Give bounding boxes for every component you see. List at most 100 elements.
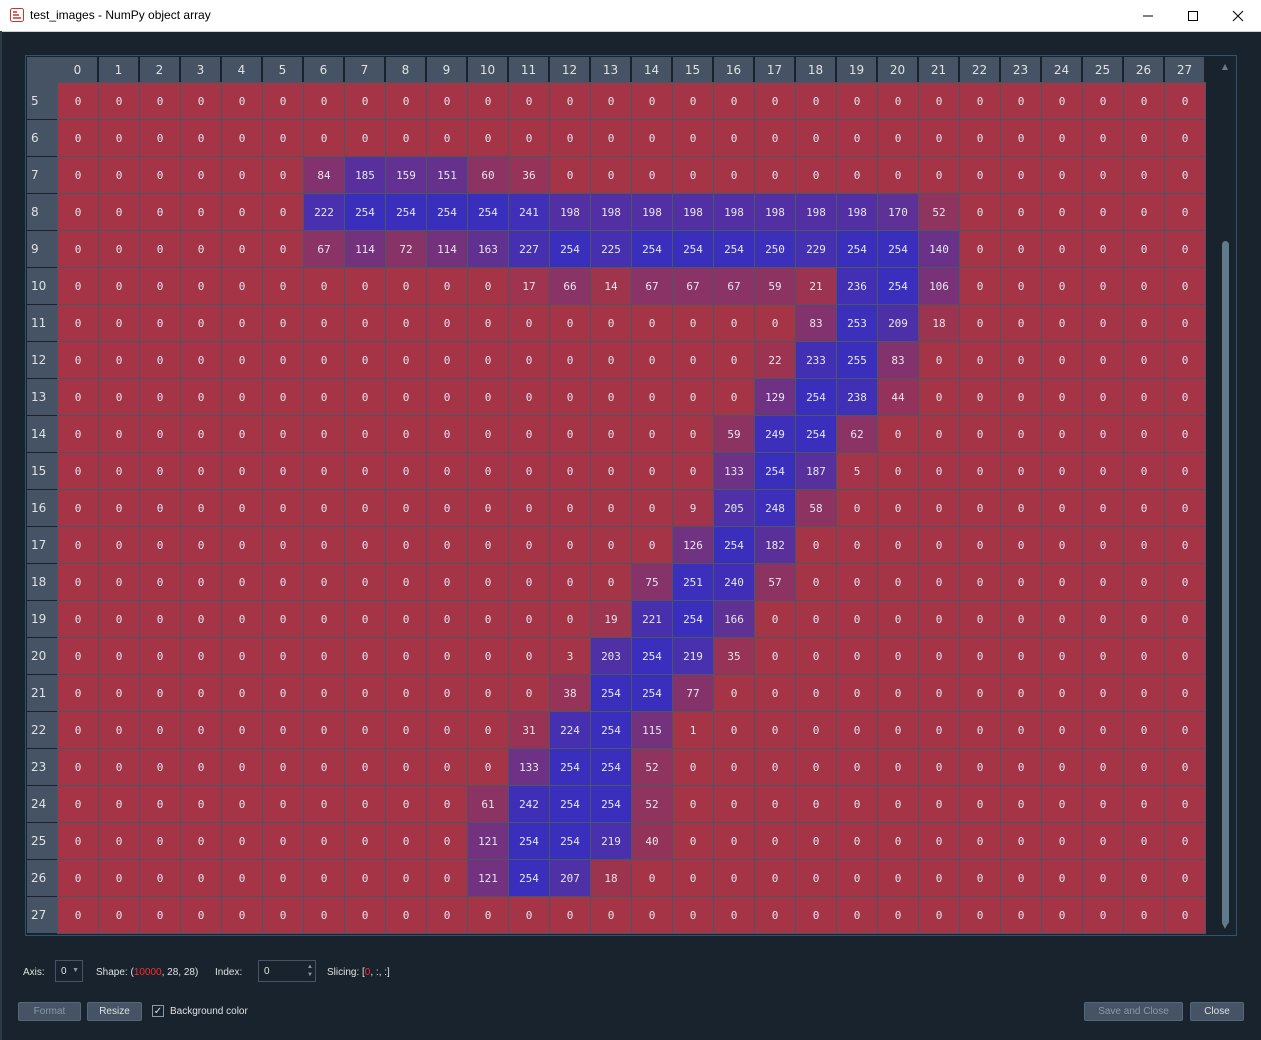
table-cell[interactable]: 0 <box>796 786 836 822</box>
table-cell[interactable]: 0 <box>878 897 918 933</box>
table-cell[interactable]: 0 <box>1042 675 1082 711</box>
table-cell[interactable]: 0 <box>755 305 795 341</box>
table-cell[interactable]: 0 <box>468 490 508 526</box>
table-cell[interactable]: 159 <box>386 157 426 193</box>
table-cell[interactable]: 0 <box>222 194 262 230</box>
table-cell[interactable]: 0 <box>837 786 877 822</box>
table-cell[interactable]: 0 <box>58 305 98 341</box>
table-cell[interactable]: 0 <box>1124 860 1164 896</box>
table-cell[interactable]: 0 <box>468 120 508 156</box>
row-header[interactable]: 21 <box>27 675 58 712</box>
table-cell[interactable]: 0 <box>1042 416 1082 452</box>
table-cell[interactable]: 0 <box>755 786 795 822</box>
table-cell[interactable]: 0 <box>345 564 385 600</box>
table-cell[interactable]: 0 <box>1083 712 1123 748</box>
table-cell[interactable]: 114 <box>345 231 385 267</box>
table-cell[interactable]: 0 <box>222 897 262 933</box>
table-cell[interactable]: 0 <box>878 860 918 896</box>
table-cell[interactable]: 0 <box>427 564 467 600</box>
table-cell[interactable]: 0 <box>222 638 262 674</box>
table-cell[interactable]: 0 <box>1001 416 1041 452</box>
table-cell[interactable]: 0 <box>878 453 918 489</box>
row-header[interactable]: 18 <box>27 564 58 601</box>
table-cell[interactable]: 0 <box>304 305 344 341</box>
table-cell[interactable]: 0 <box>714 379 754 415</box>
table-cell[interactable]: 227 <box>509 231 549 267</box>
table-cell[interactable]: 0 <box>1083 268 1123 304</box>
table-cell[interactable]: 0 <box>140 527 180 563</box>
table-cell[interactable]: 0 <box>1165 120 1205 156</box>
table-cell[interactable]: 0 <box>796 749 836 785</box>
row-header[interactable]: 20 <box>27 638 58 675</box>
table-cell[interactable]: 182 <box>755 527 795 563</box>
table-cell[interactable]: 0 <box>591 453 631 489</box>
table-cell[interactable]: 0 <box>960 416 1000 452</box>
table-cell[interactable]: 0 <box>1083 527 1123 563</box>
table-cell[interactable]: 254 <box>591 712 631 748</box>
table-cell[interactable]: 0 <box>140 675 180 711</box>
table-cell[interactable]: 0 <box>1042 231 1082 267</box>
table-cell[interactable]: 0 <box>1042 897 1082 933</box>
table-cell[interactable]: 36 <box>509 157 549 193</box>
table-cell[interactable]: 0 <box>386 83 426 119</box>
table-cell[interactable]: 0 <box>386 786 426 822</box>
table-cell[interactable]: 198 <box>591 194 631 230</box>
table-cell[interactable]: 0 <box>304 712 344 748</box>
table-cell[interactable]: 0 <box>263 157 303 193</box>
table-cell[interactable]: 0 <box>58 157 98 193</box>
table-cell[interactable]: 0 <box>468 749 508 785</box>
table-cell[interactable]: 0 <box>263 749 303 785</box>
table-cell[interactable]: 0 <box>304 823 344 859</box>
table-cell[interactable]: 0 <box>550 416 590 452</box>
table-cell[interactable]: 0 <box>1083 83 1123 119</box>
table-cell[interactable]: 0 <box>796 157 836 193</box>
table-cell[interactable]: 0 <box>99 83 139 119</box>
scroll-up-arrow-icon[interactable]: ▲ <box>1220 61 1230 71</box>
table-cell[interactable]: 0 <box>509 527 549 563</box>
table-cell[interactable]: 0 <box>140 416 180 452</box>
table-cell[interactable]: 133 <box>714 453 754 489</box>
table-cell[interactable]: 0 <box>673 342 713 378</box>
table-cell[interactable]: 251 <box>673 564 713 600</box>
table-cell[interactable]: 0 <box>1083 342 1123 378</box>
table-cell[interactable]: 0 <box>1124 675 1164 711</box>
column-header[interactable]: 5 <box>263 57 303 83</box>
table-cell[interactable]: 0 <box>222 157 262 193</box>
table-cell[interactable]: 254 <box>878 231 918 267</box>
table-cell[interactable]: 0 <box>345 379 385 415</box>
table-cell[interactable]: 0 <box>427 453 467 489</box>
table-cell[interactable]: 52 <box>919 194 959 230</box>
table-cell[interactable]: 0 <box>714 786 754 822</box>
table-cell[interactable]: 0 <box>263 527 303 563</box>
table-cell[interactable]: 0 <box>140 564 180 600</box>
table-cell[interactable]: 0 <box>1042 379 1082 415</box>
table-cell[interactable]: 77 <box>673 675 713 711</box>
table-cell[interactable]: 0 <box>386 675 426 711</box>
table-cell[interactable]: 0 <box>796 860 836 896</box>
table-cell[interactable]: 0 <box>386 342 426 378</box>
table-cell[interactable]: 31 <box>509 712 549 748</box>
table-cell[interactable]: 0 <box>960 120 1000 156</box>
table-cell[interactable]: 0 <box>304 342 344 378</box>
table-cell[interactable]: 0 <box>345 823 385 859</box>
format-button[interactable]: Format <box>18 1002 81 1021</box>
table-cell[interactable]: 0 <box>181 897 221 933</box>
table-cell[interactable]: 0 <box>632 860 672 896</box>
table-cell[interactable]: 254 <box>632 231 672 267</box>
table-cell[interactable]: 0 <box>263 268 303 304</box>
table-cell[interactable]: 0 <box>304 638 344 674</box>
table-cell[interactable]: 0 <box>222 416 262 452</box>
scroll-down-arrow-icon[interactable]: ▼ <box>1220 920 1230 930</box>
column-header[interactable]: 16 <box>714 57 754 83</box>
table-cell[interactable]: 0 <box>1124 416 1164 452</box>
table-cell[interactable]: 0 <box>263 675 303 711</box>
table-cell[interactable]: 0 <box>960 453 1000 489</box>
table-cell[interactable]: 0 <box>427 601 467 637</box>
table-cell[interactable]: 0 <box>140 83 180 119</box>
table-cell[interactable]: 0 <box>878 416 918 452</box>
table-cell[interactable]: 0 <box>140 749 180 785</box>
table-cell[interactable]: 5 <box>837 453 877 489</box>
table-cell[interactable]: 0 <box>345 712 385 748</box>
table-cell[interactable]: 0 <box>140 860 180 896</box>
table-cell[interactable]: 0 <box>140 194 180 230</box>
